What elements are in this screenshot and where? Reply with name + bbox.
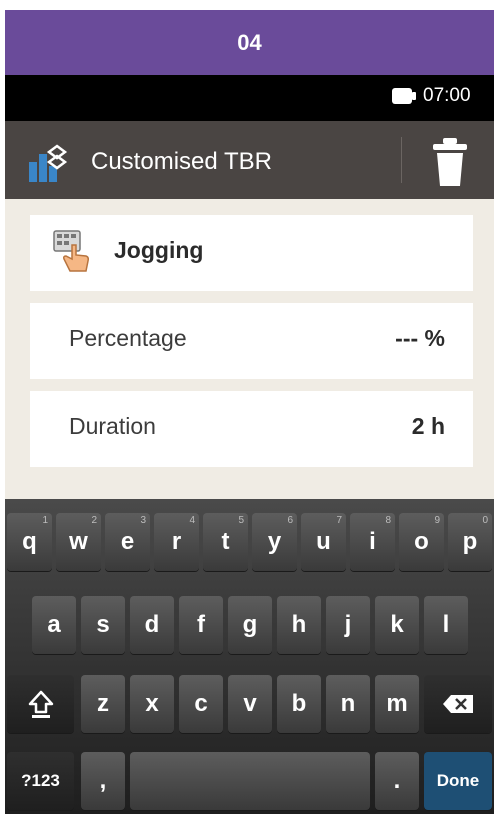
key-q[interactable]: q1 [7, 513, 52, 571]
key-h[interactable]: h [277, 596, 321, 654]
space-key[interactable] [130, 752, 370, 810]
key-label: u [316, 528, 331, 555]
key-u[interactable]: u7 [301, 513, 346, 571]
key-label: w [69, 528, 88, 555]
key-p[interactable]: p0 [448, 513, 492, 571]
key-label: o [414, 528, 429, 555]
activity-name: Jogging [114, 237, 204, 263]
key-hint: 0 [482, 515, 488, 526]
key-hint: 2 [91, 515, 97, 526]
key-label: i [369, 528, 376, 555]
status-bar [5, 75, 494, 121]
duration-label: Duration [69, 413, 156, 439]
content-area: Jogging Percentage --- % Duration 2 h [5, 199, 494, 499]
activity-card[interactable]: Jogging [30, 215, 473, 291]
key-j[interactable]: j [326, 596, 370, 654]
done-key[interactable]: Done [424, 752, 492, 810]
status-time: 07:00 [423, 85, 471, 106]
key-l[interactable]: l [424, 596, 468, 654]
key-t[interactable]: t5 [203, 513, 248, 571]
key-x[interactable]: x [130, 675, 174, 733]
key-hint: 5 [238, 515, 244, 526]
backspace-icon [443, 695, 473, 713]
key-k[interactable]: k [375, 596, 419, 654]
key-hint: 1 [42, 515, 48, 526]
percentage-label: Percentage [69, 325, 187, 351]
key-hint: 7 [336, 515, 342, 526]
key-r[interactable]: r4 [154, 513, 199, 571]
key-m[interactable]: m [375, 675, 419, 733]
step-banner: 04 [5, 10, 494, 75]
period-key[interactable]: . [375, 752, 419, 810]
percentage-row[interactable]: Percentage --- % [30, 303, 473, 379]
hand-keypad-icon [53, 230, 89, 272]
key-hint: 8 [385, 515, 391, 526]
key-w[interactable]: w2 [56, 513, 101, 571]
duration-value: 2 h [411, 413, 445, 439]
backspace-key[interactable] [424, 675, 492, 733]
key-label: p [462, 528, 478, 555]
header-divider [401, 137, 402, 183]
battery-icon [392, 88, 416, 104]
percentage-value: --- % [395, 325, 445, 351]
key-c[interactable]: c [179, 675, 223, 733]
key-f[interactable]: f [179, 596, 223, 654]
key-hint: 6 [287, 515, 293, 526]
comma-key[interactable]: , [81, 752, 125, 810]
key-label: q [22, 528, 37, 555]
key-g[interactable]: g [228, 596, 272, 654]
key-label: e [120, 528, 135, 555]
key-i[interactable]: i8 [350, 513, 395, 571]
key-v[interactable]: v [228, 675, 272, 733]
key-b[interactable]: b [277, 675, 321, 733]
tbr-icon [29, 144, 68, 182]
key-hint: 9 [434, 515, 440, 526]
on-screen-keyboard: q1 w2 e3 r4 t5 y6 u7 i8 o9 p0 a s d f g … [5, 499, 494, 814]
key-a[interactable]: a [32, 596, 76, 654]
key-o[interactable]: o9 [399, 513, 444, 571]
symbols-key[interactable]: ?123 [7, 752, 74, 810]
key-z[interactable]: z [81, 675, 125, 733]
key-n[interactable]: n [326, 675, 370, 733]
key-hint: 4 [189, 515, 195, 526]
key-hint: 3 [140, 515, 146, 526]
key-y[interactable]: y6 [252, 513, 297, 571]
shift-key[interactable] [7, 675, 74, 733]
page-title: Customised TBR [91, 148, 272, 175]
shift-icon [28, 690, 53, 718]
key-e[interactable]: e3 [105, 513, 150, 571]
key-s[interactable]: s [81, 596, 125, 654]
device-screen: 04 07:00 Customised TBR Jogging Percenta… [5, 10, 494, 814]
key-label: r [171, 528, 182, 555]
key-label: y [267, 528, 282, 555]
key-d[interactable]: d [130, 596, 174, 654]
duration-row[interactable]: Duration 2 h [30, 391, 473, 467]
key-label: t [221, 528, 230, 555]
delete-button[interactable] [425, 134, 475, 190]
